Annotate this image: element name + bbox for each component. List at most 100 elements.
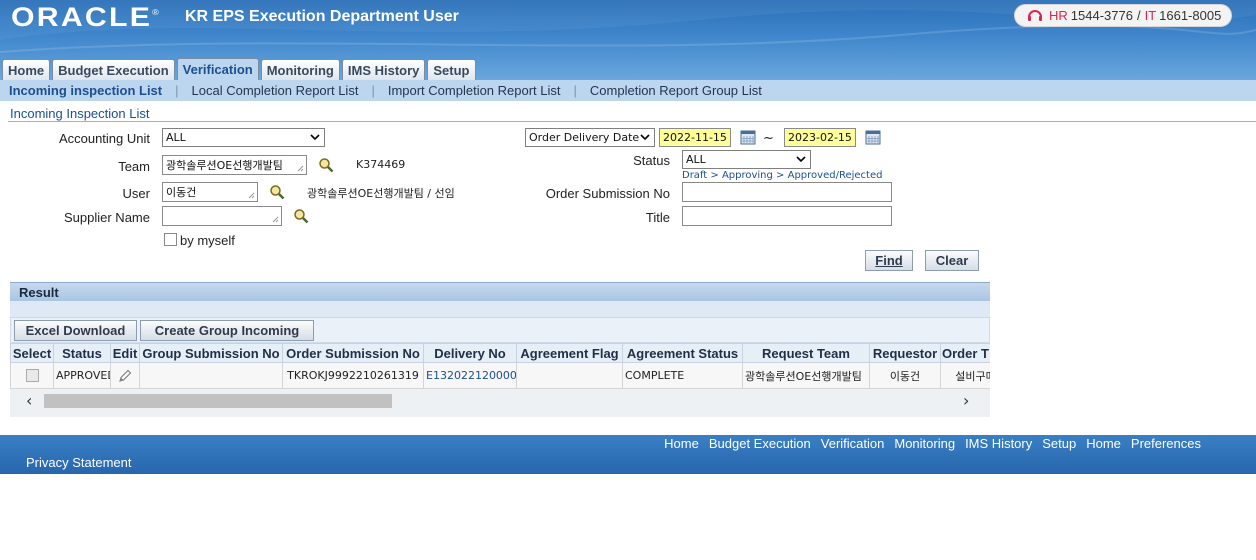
subnav-separator: |	[175, 83, 179, 98]
table-row: APPROVED TKROKJ9992210261319 E1320221200…	[10, 362, 990, 389]
result-band	[10, 301, 990, 317]
row-order-type: 설비구매	[940, 362, 990, 389]
team-input[interactable]: 광학솔루션OE선행개발팀	[162, 155, 307, 175]
create-group-incoming-button[interactable]: Create Group Incoming	[140, 320, 314, 341]
delivery-no-link[interactable]: E13202212000007	[426, 369, 516, 382]
date-range-tilde: ~	[763, 131, 774, 146]
row-select-checkbox[interactable]	[25, 369, 39, 383]
footer-link-verification[interactable]: Verification	[821, 436, 885, 451]
col-agreement-status: Agreement Status	[622, 343, 743, 363]
row-requestor: 이동건	[869, 362, 941, 389]
by-myself-label: by myself	[180, 233, 235, 248]
by-myself-checkbox[interactable]	[164, 233, 177, 246]
chevron-down-icon	[310, 134, 320, 141]
date-from-input[interactable]: 2022-11-15	[659, 128, 731, 147]
clear-button[interactable]: Clear	[925, 250, 979, 271]
col-group-submission-no: Group Submission No	[139, 343, 283, 363]
footer-link-monitoring[interactable]: Monitoring	[894, 436, 955, 451]
col-order-submission-no: Order Submission No	[282, 343, 424, 363]
col-agreement-flag: Agreement Flag	[516, 343, 623, 363]
user-search-icon[interactable]	[269, 184, 285, 200]
sub-navigation: Incoming inspection List | Local Complet…	[0, 80, 1256, 101]
user-input[interactable]: 이동건	[162, 182, 258, 202]
date-type-select[interactable]: Order Delivery Date	[525, 128, 655, 147]
col-edit: Edit	[110, 343, 140, 363]
it-number: 1661-8005	[1159, 8, 1222, 23]
scroll-left-icon[interactable]: ‹	[26, 393, 32, 409]
find-button[interactable]: Find	[865, 250, 913, 271]
col-delivery-no: Delivery No	[423, 343, 517, 363]
excel-download-button[interactable]: Excel Download	[14, 320, 137, 341]
col-status: Status	[53, 343, 111, 363]
row-group-submission-no	[139, 362, 283, 389]
row-status: APPROVED	[53, 362, 111, 389]
result-table-viewport: Select Status Edit Group Submission No O…	[10, 343, 990, 389]
result-toolbar: Excel Download Create Group Incoming	[10, 317, 990, 343]
horizontal-scrollbar[interactable]: ‹ ›	[10, 389, 990, 417]
col-request-team: Request Team	[742, 343, 870, 363]
hotline-separator: /	[1136, 8, 1141, 23]
row-delivery-no-cell: E13202212000007	[423, 362, 517, 389]
accounting-unit-label: Accounting Unit	[58, 131, 150, 146]
supplier-search-icon[interactable]	[293, 208, 309, 224]
subnav-completion-report-group-list[interactable]: Completion Report Group List	[590, 83, 762, 98]
tab-budget-execution[interactable]: Budget Execution	[52, 59, 175, 80]
team-value: 광학솔루션OE선행개발팀	[166, 159, 283, 172]
tab-verification[interactable]: Verification	[176, 58, 259, 80]
subnav-import-completion-report-list[interactable]: Import Completion Report List	[388, 83, 561, 98]
row-agreement-flag	[516, 362, 623, 389]
footer-link-preferences[interactable]: Preferences	[1131, 436, 1201, 451]
title-label: Title	[645, 210, 670, 225]
team-label: Team	[118, 159, 150, 174]
subnav-separator: |	[573, 83, 577, 98]
team-code: K374469	[356, 158, 406, 171]
scroll-right-icon[interactable]: ›	[963, 393, 969, 409]
footer-link-home-2[interactable]: Home	[1086, 436, 1121, 451]
resize-grip-icon	[248, 192, 255, 199]
footer-link-setup[interactable]: Setup	[1042, 436, 1076, 451]
oracle-logo: ORACLE®	[11, 2, 159, 32]
footer-link-ims-history[interactable]: IMS History	[965, 436, 1032, 451]
subnav-separator: |	[371, 83, 375, 98]
title-divider	[8, 121, 1256, 122]
subnav-local-completion-report-list[interactable]: Local Completion Report List	[192, 83, 359, 98]
status-value: ALL	[686, 153, 706, 166]
tab-monitoring[interactable]: Monitoring	[260, 59, 340, 80]
col-requestor: Requestor	[869, 343, 941, 363]
status-select[interactable]: ALL	[682, 150, 811, 169]
supplier-name-input[interactable]	[162, 206, 282, 226]
col-order-type: Order T	[940, 343, 990, 363]
date-from-calendar-icon[interactable]	[740, 130, 756, 145]
order-submission-no-input[interactable]	[682, 182, 892, 202]
date-to-calendar-icon[interactable]	[865, 130, 881, 145]
tab-ims-history[interactable]: IMS History	[341, 59, 426, 80]
col-select: Select	[10, 343, 54, 363]
app-title: KR EPS Execution Department User	[185, 8, 459, 25]
headset-icon	[1028, 9, 1042, 21]
tab-home[interactable]: Home	[2, 59, 51, 80]
scrollbar-thumb[interactable]	[44, 394, 392, 408]
row-order-submission-no: TKROKJ9992210261319	[282, 362, 424, 389]
title-input[interactable]	[682, 206, 892, 226]
supplier-name-label: Supplier Name	[64, 210, 150, 225]
user-info: 광학솔루션OE선행개발팀 / 선임	[307, 187, 455, 200]
hr-label: HR	[1049, 8, 1068, 23]
order-submission-no-label: Order Submission No	[545, 186, 670, 201]
date-to-input[interactable]: 2023-02-15	[784, 128, 856, 147]
table-header-row: Select Status Edit Group Submission No O…	[10, 343, 990, 363]
page-title: Incoming Inspection List	[10, 106, 150, 121]
tab-setup[interactable]: Setup	[427, 59, 476, 80]
privacy-statement-link[interactable]: Privacy Statement	[26, 455, 132, 470]
footer-link-home[interactable]: Home	[664, 436, 699, 451]
resize-grip-icon	[297, 165, 304, 172]
subnav-incoming-inspection-list[interactable]: Incoming inspection List	[9, 83, 162, 98]
user-value: 이동건	[166, 186, 197, 199]
pencil-icon[interactable]	[117, 368, 133, 384]
footer-links: Home Budget Execution Verification Monit…	[654, 436, 1201, 451]
row-agreement-status: COMPLETE	[622, 362, 743, 389]
date-type-value: Order Delivery Date	[529, 131, 640, 144]
accounting-unit-select[interactable]: ALL	[162, 128, 325, 147]
footer: Home Budget Execution Verification Monit…	[0, 435, 1256, 474]
footer-link-budget-execution[interactable]: Budget Execution	[709, 436, 811, 451]
team-search-icon[interactable]	[318, 157, 334, 173]
